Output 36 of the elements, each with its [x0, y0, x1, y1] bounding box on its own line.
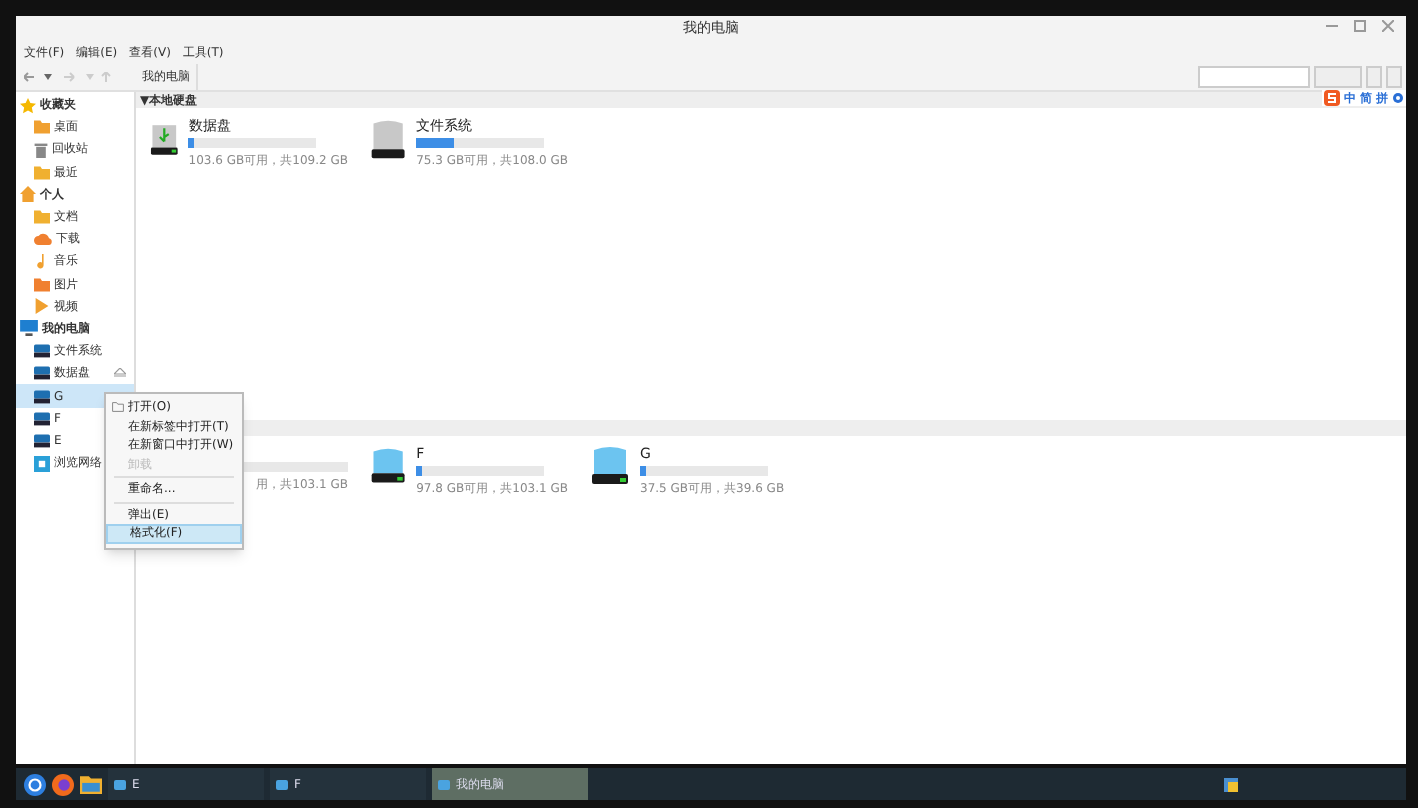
maximize-icon[interactable] — [1354, 20, 1366, 32]
cloud-icon — [34, 232, 52, 247]
browser-icon[interactable] — [52, 773, 74, 795]
hard-drive-icon — [368, 118, 409, 162]
music-note-icon — [34, 253, 50, 270]
trash-icon — [34, 141, 48, 158]
drive-icon — [34, 389, 50, 404]
drive-icon — [438, 779, 450, 789]
play-icon — [34, 298, 50, 315]
folder-icon — [34, 165, 50, 180]
home-icon — [20, 186, 36, 203]
nav-arrows-icon[interactable] — [24, 72, 112, 82]
drive-icon — [588, 446, 632, 486]
monitor-icon — [20, 320, 38, 337]
search-field[interactable] — [1198, 66, 1310, 88]
folder-icon[interactable] — [80, 774, 102, 794]
network-icon — [34, 455, 50, 472]
folder-icon — [112, 402, 124, 413]
drive-icon — [34, 366, 50, 381]
start-menu-icon[interactable] — [24, 773, 46, 795]
minimize-icon[interactable] — [1326, 20, 1338, 32]
drive-icon — [34, 433, 50, 448]
drive-icon — [34, 411, 50, 426]
folder-icon — [34, 210, 50, 225]
drive-icon — [276, 779, 288, 789]
gear-icon[interactable] — [1392, 92, 1404, 104]
folder-icon — [34, 277, 50, 292]
ime-logo-icon[interactable] — [1324, 90, 1340, 106]
star-icon — [20, 97, 36, 114]
close-icon[interactable] — [1382, 20, 1394, 32]
drive-icon — [34, 344, 50, 359]
drive-icon — [368, 446, 409, 486]
drive-icon — [114, 779, 126, 789]
tray-icon[interactable] — [1224, 777, 1238, 791]
folder-icon — [34, 120, 50, 135]
eject-icon[interactable] — [114, 368, 126, 379]
